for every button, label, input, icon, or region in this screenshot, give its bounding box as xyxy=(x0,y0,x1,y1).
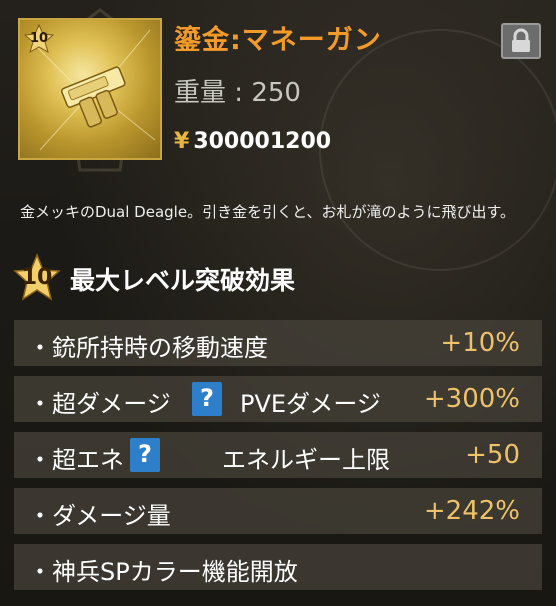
help-button[interactable]: ? xyxy=(130,438,160,472)
effect-row-super-energy: ・超エネ ? エネルギー上限 +50 xyxy=(14,432,542,478)
lock-button[interactable] xyxy=(501,23,541,59)
effect-value: +242% xyxy=(423,496,520,526)
item-description: 金メッキのDual Deagle。引き金を引くと、お札が滝のように飛び出す。 xyxy=(20,203,515,221)
effect-row-move-speed: ・銃所持時の移動速度 +10% xyxy=(14,320,542,366)
item-price: ¥300001200 xyxy=(174,129,331,154)
price-value: 300001200 xyxy=(193,129,332,154)
section-badge: 10 xyxy=(12,252,62,303)
effect-value: +300% xyxy=(423,384,520,414)
item-name: 鎏金:マネーガン xyxy=(174,25,382,56)
level-badge-number: 10 xyxy=(29,31,49,46)
help-button[interactable]: ? xyxy=(192,382,222,416)
weight-value: 250 xyxy=(251,78,301,108)
effect-label: ・超ダメージ xyxy=(28,390,171,418)
yen-icon: ¥ xyxy=(174,129,190,154)
level-badge: 10 xyxy=(24,24,54,54)
section-badge-number: 10 xyxy=(21,265,53,290)
weight-label: 重量 xyxy=(174,78,227,108)
effect-label: ・銃所持時の移動速度 xyxy=(28,334,268,362)
weight-separator: : xyxy=(234,78,244,108)
section-title: 最大レベル突破効果 xyxy=(70,266,296,295)
lock-icon xyxy=(512,28,530,52)
effect-label: ・超エネ xyxy=(28,446,124,474)
effect-row-sp-color: ・神兵SPカラー機能開放 xyxy=(14,544,542,590)
question-icon: ? xyxy=(138,440,152,468)
item-weight: 重量 : 250 xyxy=(174,72,301,109)
effect-label: ・ダメージ量 xyxy=(28,502,171,530)
effect-row-damage: ・ダメージ量 +242% xyxy=(14,488,542,534)
effect-sublabel: PVEダメージ xyxy=(240,390,381,418)
effect-row-super-damage: ・超ダメージ ? PVEダメージ +300% xyxy=(14,376,542,422)
effect-sublabel: エネルギー上限 xyxy=(222,446,390,474)
effect-value: +50 xyxy=(465,440,520,470)
effect-label: ・神兵SPカラー機能開放 xyxy=(28,558,298,586)
item-portrait[interactable]: 10 xyxy=(18,18,162,160)
effect-value: +10% xyxy=(440,328,520,358)
question-icon: ? xyxy=(200,384,214,412)
